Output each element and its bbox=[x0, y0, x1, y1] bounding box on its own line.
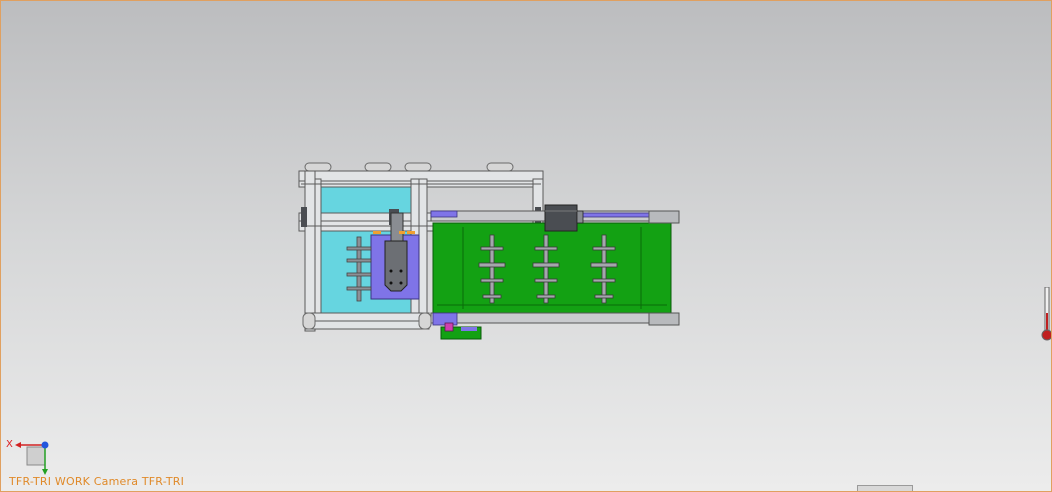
triad-x-label: X bbox=[6, 439, 13, 450]
machine-model[interactable] bbox=[1, 1, 1051, 491]
thermometer-slider-icon[interactable] bbox=[1041, 287, 1052, 343]
green-conveyor bbox=[432, 222, 672, 314]
top-rollers bbox=[304, 162, 514, 172]
stepper-motor bbox=[544, 204, 584, 232]
camera-label: TFR-TRI WORK Camera TFR-TRI bbox=[9, 475, 185, 488]
bottom-toolbar-tab[interactable] bbox=[857, 485, 913, 491]
bottom-rail bbox=[430, 312, 680, 340]
cad-viewport[interactable]: X TFR-TRI WORK Camera TFR-TRI bbox=[0, 0, 1052, 492]
